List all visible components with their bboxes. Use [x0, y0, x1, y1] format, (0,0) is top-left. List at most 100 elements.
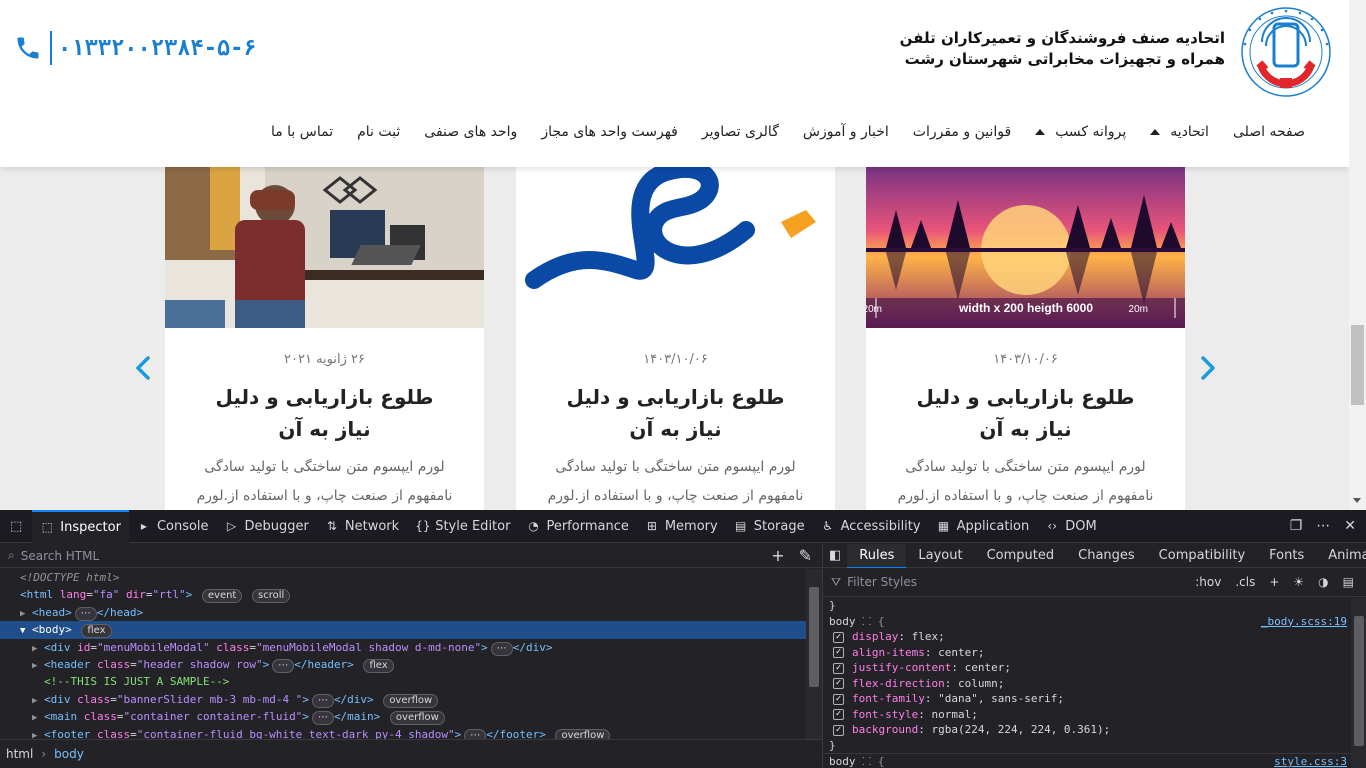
- tree-line-body-selected[interactable]: ▼ <body> flex: [0, 621, 806, 640]
- tab-computed[interactable]: Computed: [975, 544, 1067, 568]
- phone-number[interactable]: ۰۱۳۳۲۰۰۲۳۸۴-۵-۶: [58, 36, 257, 61]
- toggle-pane-icon[interactable]: ◧: [823, 548, 847, 563]
- tab-debugger[interactable]: ▷ Debugger: [217, 510, 317, 543]
- rule-source-link[interactable]: _body.scss:19: [1261, 614, 1347, 630]
- tab-compatibility[interactable]: Compatibility: [1147, 544, 1258, 568]
- rule-source-link-2[interactable]: style.css:3: [1274, 754, 1347, 768]
- property-name[interactable]: align-items: [852, 646, 925, 659]
- property-value[interactable]: center;: [938, 646, 984, 659]
- class-toggle[interactable]: .cls: [1235, 575, 1255, 589]
- nav-item-2[interactable]: پروانه کسب: [1035, 124, 1126, 140]
- overflow-badge[interactable]: overflow: [389, 711, 445, 726]
- page-scrollbar-thumb[interactable]: [1351, 325, 1364, 405]
- nav-item-0[interactable]: صفحه اصلی: [1233, 124, 1305, 140]
- property-name[interactable]: font-family: [852, 692, 925, 705]
- nav-item-4[interactable]: اخبار و آموزش: [803, 124, 889, 140]
- slider-next-arrow-icon[interactable]: [1198, 353, 1218, 383]
- light-mode-icon[interactable]: ☀: [1293, 575, 1304, 589]
- tab-storage[interactable]: ▤ Storage: [726, 510, 813, 543]
- property-checkbox[interactable]: ✓: [833, 631, 844, 643]
- property-checkbox[interactable]: ✓: [833, 678, 844, 689]
- print-media-icon[interactable]: ▤: [1343, 575, 1354, 589]
- nav-item-3[interactable]: قوانین و مقررات: [913, 124, 1011, 140]
- card-3-image[interactable]: [165, 150, 484, 328]
- tab-dom[interactable]: ‹› DOM: [1037, 510, 1104, 543]
- property-value[interactable]: center;: [965, 661, 1011, 674]
- tree-line-head[interactable]: ▶ <head> ⋯ </head>: [0, 604, 806, 621]
- tab-application[interactable]: ▦ Application: [929, 510, 1038, 543]
- news-card-3[interactable]: ۲۶ ژانویه ۲۰۲۱ طلوع بازاریابی و دلیل نیا…: [165, 150, 484, 510]
- expand-arrow-icon[interactable]: ▶: [32, 658, 44, 675]
- property-name[interactable]: flex-direction: [852, 677, 945, 690]
- phone-contact[interactable]: ۰۱۳۳۲۰۰۲۳۸۴-۵-۶: [14, 30, 257, 66]
- tree-line-banner-div[interactable]: ▶ <div class="bannerSlider mb-3 mb-md-4 "…: [0, 691, 806, 708]
- slider-prev-arrow-icon[interactable]: [133, 353, 153, 383]
- card-title[interactable]: طلوع بازاریابی و دلیل نیاز به آن: [551, 381, 801, 445]
- tab-network[interactable]: ⇅ Network: [317, 510, 407, 543]
- expand-arrow-icon[interactable]: ▶: [32, 710, 44, 727]
- tree-line[interactable]: <!DOCTYPE html>: [0, 569, 806, 586]
- property-value[interactable]: column;: [958, 677, 1004, 690]
- property-checkbox[interactable]: ✓: [833, 724, 844, 736]
- overflow-badge[interactable]: overflow: [383, 693, 439, 708]
- property-checkbox[interactable]: ✓: [833, 662, 844, 674]
- overflow-badge[interactable]: overflow: [555, 728, 611, 739]
- scroll-badge[interactable]: scroll: [251, 589, 291, 604]
- nav-item-1[interactable]: اتحادیه: [1150, 124, 1209, 140]
- tree-line-div-modal[interactable]: ▶ <div id="menuMobileModal" class="menuMo…: [0, 639, 806, 656]
- tree-line-footer[interactable]: ▶ <footer class="container-fluid bg-white…: [0, 726, 806, 739]
- add-rule-icon[interactable]: +: [1269, 575, 1279, 589]
- news-card-2[interactable]: ۱۴۰۳/۱۰/۰۶ طلوع بازاریابی و دلیل نیاز به…: [516, 150, 835, 510]
- dark-mode-icon[interactable]: ◑: [1318, 575, 1328, 589]
- css-property[interactable]: ✓ display: flex;: [823, 629, 1351, 645]
- eyedropper-icon[interactable]: ✎: [799, 546, 812, 565]
- tab-layout[interactable]: Layout: [906, 544, 974, 568]
- flex-badge[interactable]: flex: [363, 658, 394, 673]
- breadcrumb-body[interactable]: body: [54, 747, 84, 761]
- property-name[interactable]: font-style: [852, 708, 918, 721]
- tab-style-editor[interactable]: {} Style Editor: [407, 510, 518, 543]
- card-title[interactable]: طلوع بازاریابی و دلیل نیاز به آن: [901, 381, 1151, 445]
- card-title[interactable]: طلوع بازاریابی و دلیل نیاز به آن: [200, 381, 450, 445]
- element-picker-icon[interactable]: ⬚: [0, 510, 32, 543]
- union-logo-icon[interactable]: [1238, 6, 1334, 98]
- markup-tree[interactable]: <!DOCTYPE html> <html lang="fa" dir="rtl…: [0, 569, 806, 739]
- add-node-icon[interactable]: +: [771, 546, 784, 565]
- close-devtools-icon[interactable]: ✕: [1344, 518, 1356, 534]
- tree-line-header[interactable]: ▶ <header class="header shadow row"> ⋯ </he…: [0, 656, 806, 673]
- event-badge[interactable]: event: [201, 589, 243, 604]
- filter-styles-input[interactable]: Filter Styles: [847, 575, 917, 589]
- dock-icon[interactable]: ❐: [1290, 518, 1303, 534]
- nav-item-6[interactable]: فهرست واحد های مجاز: [541, 124, 678, 140]
- tab-rules[interactable]: Rules: [847, 543, 907, 568]
- nav-item-5[interactable]: گالری تصاویر: [702, 124, 779, 140]
- tab-inspector[interactable]: ⬚ Inspector: [32, 509, 129, 543]
- property-checkbox[interactable]: ✓: [833, 709, 844, 720]
- markup-scrollbar[interactable]: [806, 569, 822, 739]
- tab-changes[interactable]: Changes: [1066, 544, 1147, 568]
- property-value[interactable]: flex;: [912, 630, 945, 643]
- card-1-image[interactable]: 20m 6000 width x 200 heigth 20m: [866, 150, 1185, 328]
- property-name[interactable]: background: [852, 723, 918, 736]
- card-2-image[interactable]: [516, 150, 835, 328]
- html-search-bar[interactable]: ⌕ Search HTML + ✎: [0, 544, 822, 568]
- nav-item-8[interactable]: ثبت نام: [357, 124, 400, 140]
- property-name[interactable]: justify-content: [852, 661, 951, 674]
- css-property[interactable]: ✓ font-family: "dana", sans-serif;: [823, 691, 1351, 707]
- scroll-down-arrow-icon[interactable]: [1353, 498, 1361, 503]
- page-scrollbar[interactable]: [1349, 0, 1366, 510]
- html-search-input[interactable]: Search HTML: [21, 549, 99, 563]
- property-value[interactable]: rgba(224, 224, 224, 0.361);: [931, 723, 1110, 736]
- tab-animatio[interactable]: Animatio: [1316, 544, 1366, 568]
- tab-accessibility[interactable]: ♿ Accessibility: [813, 510, 929, 543]
- tab-performance[interactable]: ◔ Performance: [518, 510, 636, 543]
- nav-item-7[interactable]: واحد های صنفی: [424, 124, 517, 140]
- more-options-icon[interactable]: ⋯: [1316, 518, 1330, 534]
- collapse-arrow-icon[interactable]: ▼: [20, 623, 32, 640]
- property-value[interactable]: normal;: [931, 708, 977, 721]
- hover-toggle[interactable]: :hov: [1195, 575, 1221, 589]
- flex-badge[interactable]: flex: [81, 624, 112, 639]
- property-value[interactable]: "dana", sans-serif;: [938, 692, 1064, 705]
- tab-fonts[interactable]: Fonts: [1257, 544, 1316, 568]
- property-name[interactable]: display: [852, 630, 898, 643]
